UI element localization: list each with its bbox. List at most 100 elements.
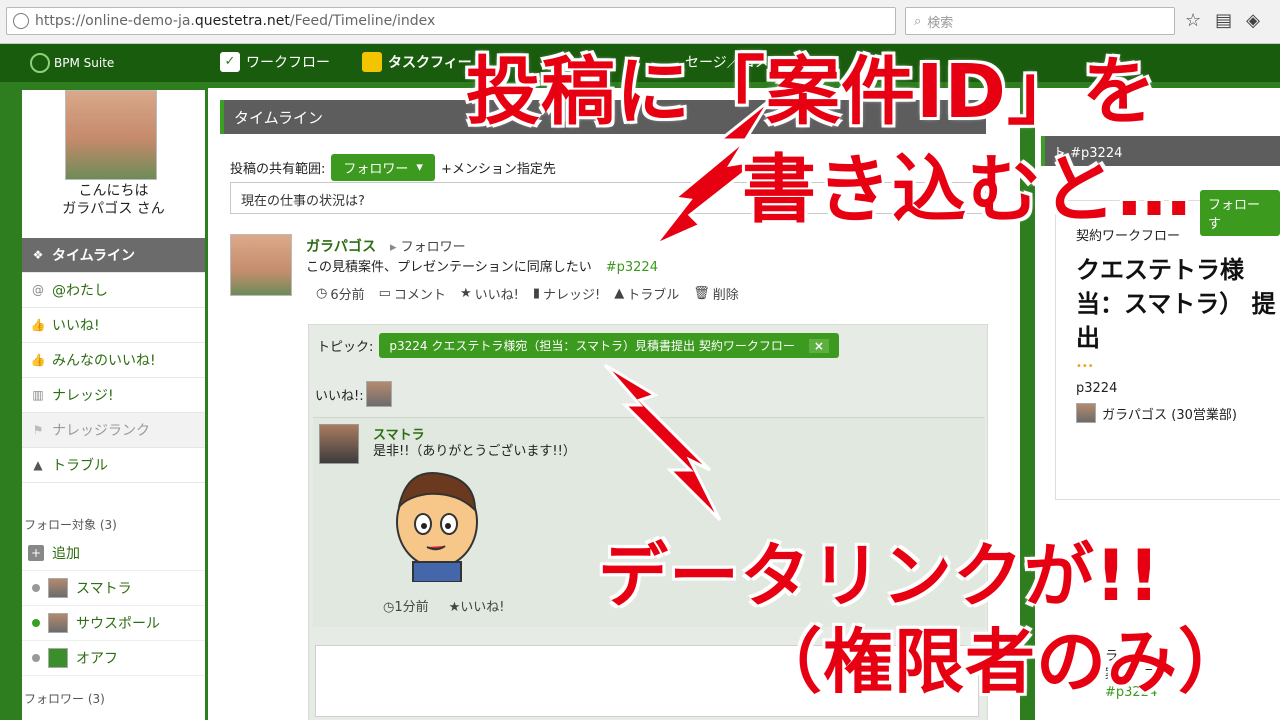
caret-down-icon: ▾ (416, 160, 423, 175)
reader-icon[interactable]: ▤ (1215, 10, 1232, 31)
nav-workflow[interactable]: ✓ ワークフロー (220, 52, 330, 72)
likes-label: いいね!: (315, 388, 364, 404)
following-item[interactable]: オアフ (22, 641, 205, 676)
ribbon-icon: ⚑ (32, 423, 44, 437)
address-bar[interactable]: https://online-demo-ja. questetra.net/Fee… (6, 7, 896, 35)
sidebar-item-label: みんなのいいね! (52, 353, 156, 369)
following-name: オアフ (76, 651, 118, 667)
check-icon: ✓ (220, 52, 240, 72)
avatar[interactable] (319, 424, 359, 464)
topic-id: p3224 (1076, 381, 1118, 396)
nav-task-label: タスクフィー (388, 55, 472, 71)
mention-link[interactable]: +メンション指定先 (441, 158, 556, 177)
left-sidebar: こんにちは ガラパゴス さん ❖ タイムライン @ @わたし 👍 いいね! 👍 … (22, 90, 205, 720)
like-button[interactable]: ★ いいね! (460, 284, 519, 303)
following-item[interactable]: スマトラ (22, 571, 205, 606)
post-audience: ▸ フォロワー (390, 236, 466, 255)
post-tag-link[interactable]: #p3224 (606, 260, 658, 275)
following-title: フォロー対象 (3) (24, 518, 117, 532)
status-dots: ••• (1076, 361, 1094, 372)
star-icon[interactable]: ☆ (1185, 10, 1201, 31)
topic-user: ガラパゴス (30営業部) (1076, 403, 1237, 423)
avatar[interactable] (365, 381, 392, 407)
greeting: こんにちは ガラパゴス さん (22, 182, 205, 218)
comment-icon: ▭ (378, 286, 391, 301)
star-icon: ★ (448, 600, 461, 615)
reply-like-label: いいね! (460, 600, 505, 615)
avatar (1076, 403, 1096, 423)
share-scope-dropdown[interactable]: フォロワー ▾ (331, 154, 435, 181)
search-icon: ⌕ (914, 13, 922, 29)
avatar[interactable] (230, 234, 292, 296)
overlay-line1: 投稿に「案件ID」を (466, 49, 1157, 135)
url-path: /Feed/Timeline/index (289, 13, 436, 29)
sidebar-item-label: ナレッジランク (52, 423, 150, 439)
post-audience-label: フォロワー (400, 240, 466, 255)
logo[interactable]: BPM Suite (30, 53, 114, 73)
post-time-label: 6分前 (330, 288, 365, 303)
warning-icon: ▲ (614, 286, 625, 301)
trouble-button[interactable]: ▲ トラブル (614, 284, 679, 303)
at-icon: @ (32, 283, 44, 297)
clock-icon: ◷ (316, 286, 328, 301)
nav-workflow-label: ワークフロー (246, 55, 330, 71)
timeline-icon: ❖ (32, 248, 44, 262)
topic-chip-label: p3224 クエステトラ様宛（担当：スマトラ）見積書提出 契約ワークフロー (389, 339, 795, 353)
topic-chip[interactable]: p3224 クエステトラ様宛（担当：スマトラ）見積書提出 契約ワークフロー × (379, 333, 839, 358)
shield-icon[interactable]: ◈ (1246, 10, 1260, 31)
sidebar-item-label: @わたし (52, 283, 108, 299)
trouble-label: トラブル (627, 288, 680, 303)
url-host: questetra.net (194, 13, 290, 29)
greeting-line2: ガラパゴス さん (62, 201, 165, 217)
topic-user-label: ガラパゴス (30営業部) (1102, 407, 1237, 423)
sidebar-item-label: トラブル (52, 458, 108, 474)
sidebar-item-knowledge-rank[interactable]: ⚑ ナレッジランク (22, 413, 205, 448)
browser-search-input[interactable]: ⌕ 検索 (905, 7, 1175, 35)
following-item[interactable]: サウスポール (22, 606, 205, 641)
add-following-button[interactable]: + 追加 (22, 536, 205, 571)
reply-body: 是非!!（ありがとうございます!!） (373, 444, 576, 459)
thumbs-up-icon: 👍 (30, 353, 46, 367)
delete-button[interactable]: 🗑 削除 (693, 284, 739, 303)
reply-like-button[interactable]: ★いいね! (449, 596, 505, 615)
avatar (48, 578, 68, 598)
plus-icon: + (28, 545, 44, 561)
greeting-line1: こんにちは (78, 183, 149, 199)
sidebar-item-label: いいね! (52, 318, 100, 334)
chevron-right-icon: ▸ (390, 240, 401, 255)
status-dot-icon (32, 619, 40, 627)
logo-mark-icon (30, 53, 50, 73)
sidebar-item-label: タイムライン (52, 248, 136, 264)
user-avatar[interactable] (65, 90, 157, 180)
follow-button[interactable]: フォロー す (1200, 190, 1280, 236)
post-actions: ◷ 6分前 ▭ コメント ★ いいね! ▮ ナレッジ! ▲ トラブル 🗑 削除 (316, 284, 739, 303)
topic-heading[interactable]: クエステトラ様 当：スマトラ） 提出 (1076, 253, 1280, 355)
book-icon: ▥ (32, 388, 44, 402)
sidebar-item-like[interactable]: 👍 いいね! (22, 308, 205, 343)
topic-row: トピック: p3224 クエステトラ様宛（担当：スマトラ）見積書提出 契約ワーク… (317, 333, 839, 358)
sidebar-item-me[interactable]: @ @わたし (22, 273, 205, 308)
knowledge-button[interactable]: ▮ ナレッジ! (533, 284, 600, 303)
overlay-line2: 書き込むと… (742, 147, 1192, 233)
following-name: サウスポール (76, 616, 160, 632)
sidebar-item-trouble[interactable]: ▲ トラブル (22, 448, 205, 483)
sticker-image (396, 472, 478, 582)
sidebar-item-knowledge[interactable]: ▥ ナレッジ! (22, 378, 205, 413)
post-author[interactable]: ガラパゴス (306, 236, 376, 256)
close-icon[interactable]: × (808, 338, 829, 353)
post-body: この見積案件、プレゼンテーションに同席したい #p3224 (306, 256, 658, 275)
reply-actions: ◷1分前 ★いいね! (383, 596, 505, 615)
share-label: 投稿の共有範囲: (230, 162, 326, 177)
trash-icon: 🗑 (693, 286, 710, 301)
reply-time-label: 1分前 (394, 600, 429, 615)
overlay-line4: （権限者のみ） (752, 621, 1249, 703)
nav-task[interactable]: タスクフィー (362, 52, 472, 72)
browser-icons: ☆ ▤ ◈ (1185, 10, 1260, 31)
thumb-up-icon: 👍 (30, 318, 46, 332)
add-label: 追加 (52, 546, 80, 562)
comment-button[interactable]: ▭ コメント (379, 284, 446, 303)
clock-icon: ◷ (383, 600, 395, 615)
status-dot-icon (32, 584, 40, 592)
sidebar-item-timeline[interactable]: ❖ タイムライン (22, 238, 205, 273)
sidebar-item-everyone-like[interactable]: 👍 みんなのいいね! (22, 343, 205, 378)
